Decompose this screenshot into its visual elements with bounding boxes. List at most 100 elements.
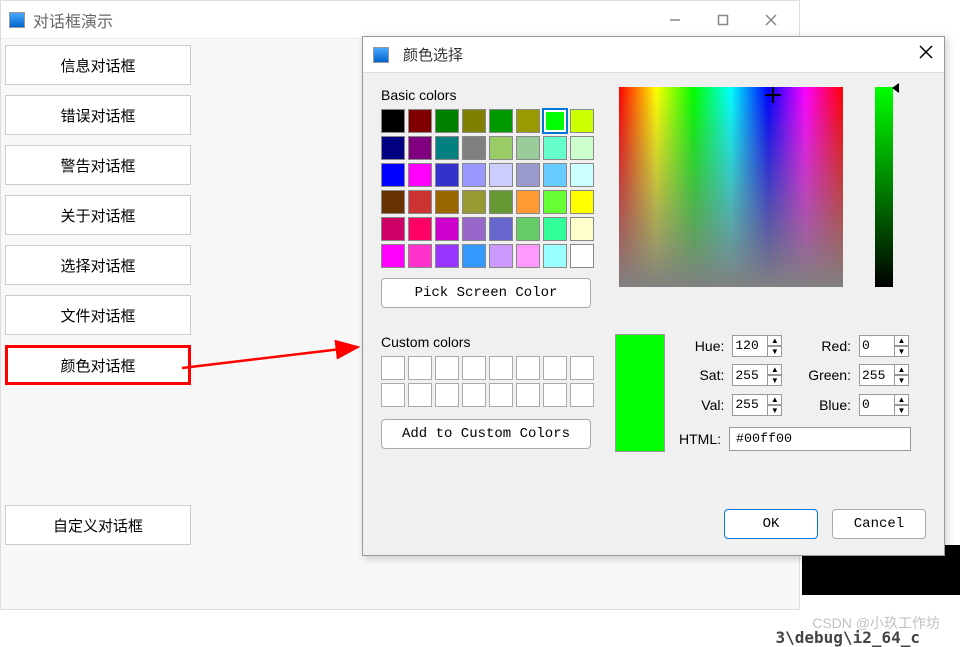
sidebar-button[interactable]: 警告对话框 (5, 145, 191, 185)
basic-color-swatch[interactable] (462, 109, 486, 133)
custom-color-swatch[interactable] (489, 383, 513, 407)
basic-color-swatch[interactable] (381, 136, 405, 160)
basic-color-swatch[interactable] (435, 217, 459, 241)
html-input[interactable] (729, 427, 911, 451)
pick-screen-color-button[interactable]: Pick Screen Color (381, 278, 591, 308)
custom-color-swatch[interactable] (462, 383, 486, 407)
basic-color-swatch[interactable] (489, 136, 513, 160)
maximize-button[interactable] (703, 6, 743, 34)
hue-up-icon[interactable]: ▲ (768, 335, 782, 346)
basic-color-swatch[interactable] (570, 190, 594, 214)
blue-down-icon[interactable]: ▼ (895, 405, 909, 416)
minimize-button[interactable] (655, 6, 695, 34)
custom-color-swatch[interactable] (570, 383, 594, 407)
custom-color-swatch[interactable] (435, 356, 459, 380)
basic-color-swatch[interactable] (570, 109, 594, 133)
basic-color-swatch[interactable] (489, 190, 513, 214)
add-custom-colors-button[interactable]: Add to Custom Colors (381, 419, 591, 449)
sidebar-button[interactable]: 颜色对话框 (5, 345, 191, 385)
close-button[interactable] (751, 6, 791, 34)
basic-color-swatch[interactable] (543, 190, 567, 214)
hue-input[interactable] (732, 335, 768, 357)
hue-down-icon[interactable]: ▼ (768, 346, 782, 357)
basic-color-swatch[interactable] (381, 190, 405, 214)
basic-color-swatch[interactable] (516, 244, 540, 268)
basic-color-swatch[interactable] (408, 217, 432, 241)
val-input[interactable] (732, 394, 768, 416)
basic-color-swatch[interactable] (543, 109, 567, 133)
basic-color-swatch[interactable] (408, 244, 432, 268)
green-down-icon[interactable]: ▼ (895, 375, 909, 386)
value-slider-handle-icon[interactable] (892, 83, 899, 93)
ok-button[interactable]: OK (724, 509, 818, 539)
custom-color-swatch[interactable] (381, 356, 405, 380)
basic-color-swatch[interactable] (516, 136, 540, 160)
basic-color-swatch[interactable] (570, 163, 594, 187)
basic-color-swatch[interactable] (462, 244, 486, 268)
basic-color-swatch[interactable] (516, 163, 540, 187)
basic-color-swatch[interactable] (543, 163, 567, 187)
sidebar-button[interactable]: 选择对话框 (5, 245, 191, 285)
red-up-icon[interactable]: ▲ (895, 335, 909, 346)
sidebar-button[interactable]: 自定义对话框 (5, 505, 191, 545)
custom-color-swatch[interactable] (408, 356, 432, 380)
sidebar-button[interactable]: 信息对话框 (5, 45, 191, 85)
basic-color-swatch[interactable] (408, 136, 432, 160)
gradient-picker[interactable] (619, 87, 843, 287)
basic-color-swatch[interactable] (462, 217, 486, 241)
blue-input[interactable] (859, 394, 895, 416)
custom-color-swatch[interactable] (462, 356, 486, 380)
basic-color-swatch[interactable] (516, 190, 540, 214)
custom-color-swatch[interactable] (408, 383, 432, 407)
basic-color-swatch[interactable] (489, 217, 513, 241)
custom-color-swatch[interactable] (543, 383, 567, 407)
sidebar-button[interactable]: 关于对话框 (5, 195, 191, 235)
basic-color-swatch[interactable] (489, 244, 513, 268)
sidebar-button[interactable]: 错误对话框 (5, 95, 191, 135)
basic-color-swatch[interactable] (543, 244, 567, 268)
custom-color-swatch[interactable] (570, 356, 594, 380)
basic-color-swatch[interactable] (543, 136, 567, 160)
basic-color-swatch[interactable] (489, 163, 513, 187)
basic-color-swatch[interactable] (381, 163, 405, 187)
basic-color-swatch[interactable] (570, 217, 594, 241)
basic-color-swatch[interactable] (543, 217, 567, 241)
red-input[interactable] (859, 335, 895, 357)
basic-color-swatch[interactable] (516, 109, 540, 133)
sat-up-icon[interactable]: ▲ (768, 364, 782, 375)
custom-color-swatch[interactable] (516, 383, 540, 407)
dialog-close-button[interactable] (918, 44, 934, 65)
basic-color-swatch[interactable] (570, 136, 594, 160)
basic-color-swatch[interactable] (408, 190, 432, 214)
green-up-icon[interactable]: ▲ (895, 364, 909, 375)
basic-color-swatch[interactable] (462, 190, 486, 214)
basic-color-swatch[interactable] (435, 109, 459, 133)
green-input[interactable] (859, 364, 895, 386)
basic-color-swatch[interactable] (381, 244, 405, 268)
val-up-icon[interactable]: ▲ (768, 394, 782, 405)
basic-color-swatch[interactable] (462, 163, 486, 187)
cancel-button[interactable]: Cancel (832, 509, 926, 539)
basic-color-swatch[interactable] (435, 136, 459, 160)
custom-color-swatch[interactable] (543, 356, 567, 380)
basic-color-swatch[interactable] (408, 163, 432, 187)
basic-color-swatch[interactable] (435, 190, 459, 214)
custom-color-swatch[interactable] (435, 383, 459, 407)
basic-color-swatch[interactable] (435, 163, 459, 187)
custom-color-swatch[interactable] (489, 356, 513, 380)
val-down-icon[interactable]: ▼ (768, 405, 782, 416)
basic-color-swatch[interactable] (381, 109, 405, 133)
basic-color-swatch[interactable] (381, 217, 405, 241)
custom-color-swatch[interactable] (381, 383, 405, 407)
sidebar-button[interactable]: 文件对话框 (5, 295, 191, 335)
red-down-icon[interactable]: ▼ (895, 346, 909, 357)
basic-color-swatch[interactable] (489, 109, 513, 133)
sat-down-icon[interactable]: ▼ (768, 375, 782, 386)
blue-up-icon[interactable]: ▲ (895, 394, 909, 405)
value-slider[interactable] (875, 87, 893, 287)
basic-color-swatch[interactable] (435, 244, 459, 268)
basic-color-swatch[interactable] (408, 109, 432, 133)
basic-color-swatch[interactable] (570, 244, 594, 268)
sat-input[interactable] (732, 364, 768, 386)
custom-color-swatch[interactable] (516, 356, 540, 380)
